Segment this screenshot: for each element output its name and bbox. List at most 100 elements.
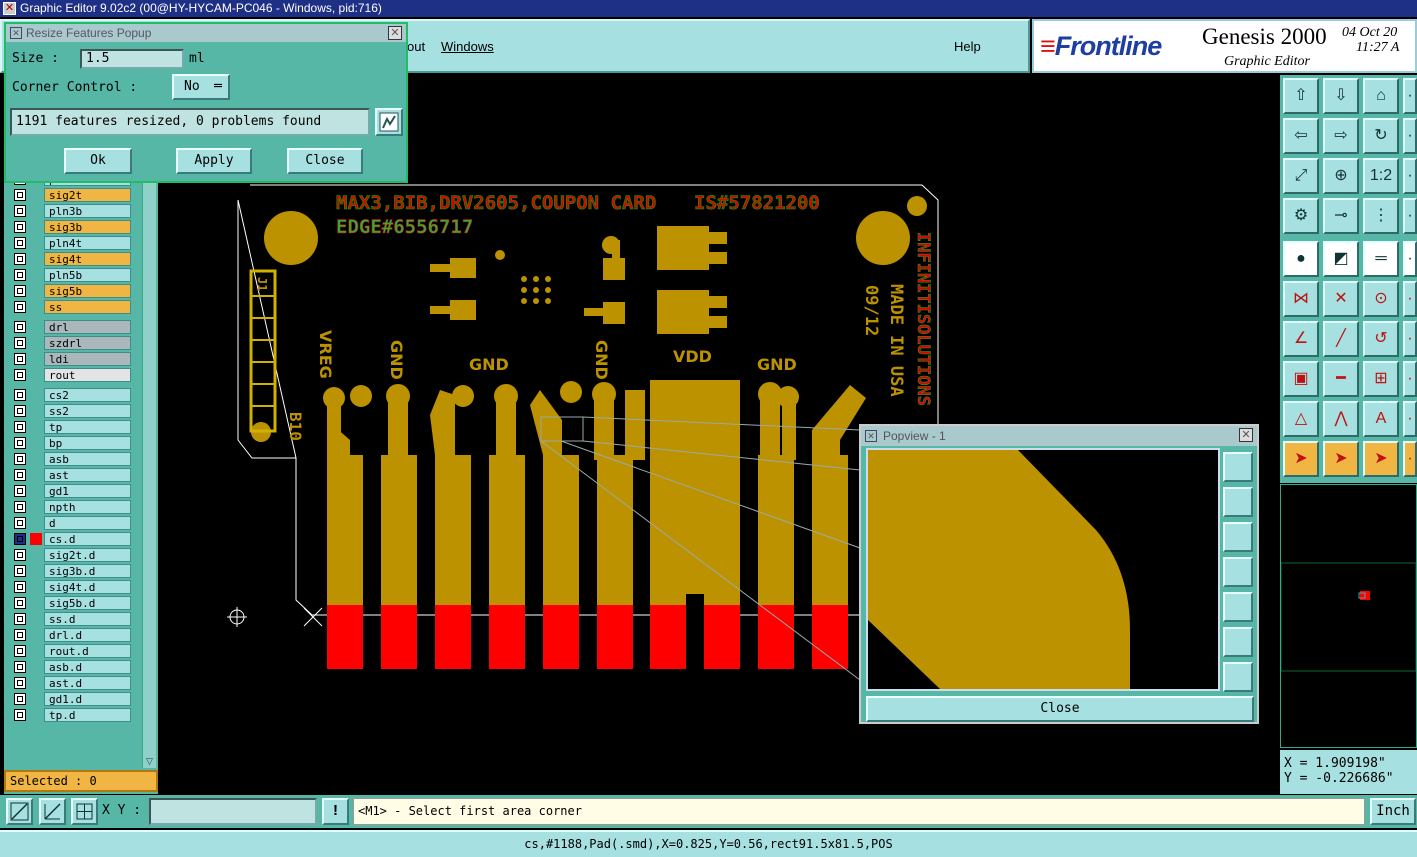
more-icon[interactable]: · [1403,361,1417,397]
more-icon[interactable]: · [1403,118,1417,154]
layer-name[interactable]: tp.d [44,708,131,722]
layer-name[interactable]: cs2 [44,388,131,402]
layer-checkbox[interactable] [14,581,26,593]
layer-checkbox[interactable] [14,549,26,561]
dimension-icon[interactable]: ⊞ [1363,361,1399,397]
layer-name[interactable]: d [44,516,131,530]
layer-row[interactable]: npth [8,500,132,514]
overview-map[interactable] [1280,484,1417,748]
layer-checkbox[interactable] [14,405,26,417]
layer-checkbox[interactable] [14,517,26,529]
layer-checkbox[interactable] [14,337,26,349]
layer-checkbox[interactable] [14,421,26,433]
graph-icon[interactable] [375,108,403,136]
window-menu-icon[interactable]: ✕ [865,430,877,442]
layer-name[interactable]: asb.d [44,660,131,674]
more-icon[interactable]: · [1403,281,1417,317]
more-icon[interactable]: · [1403,158,1417,194]
move-left-icon[interactable]: ⇦ [1283,118,1319,154]
layer-name[interactable]: sig3b.d [44,564,131,578]
home-icon[interactable]: ⌂ [1363,78,1399,114]
popview-close-button[interactable]: Close [866,696,1254,722]
layer-row[interactable]: pln5b [8,268,132,282]
layer-row[interactable]: sig4t.d [8,580,132,594]
scale-1-2-icon[interactable]: 1:2 [1363,158,1399,194]
move-up-icon[interactable]: ⇧ [1283,78,1319,114]
layer-name[interactable]: ldi [44,352,131,366]
layer-name[interactable]: gd1 [44,484,131,498]
layer-row[interactable]: sig4t [8,252,132,266]
layer-row[interactable]: ast.d [8,676,132,690]
popview-canvas[interactable] [866,448,1220,691]
layer-row[interactable]: asb [8,452,132,466]
layer-row[interactable]: ss [8,300,132,314]
layer-name[interactable]: sig2t [44,188,131,202]
layer-checkbox[interactable] [14,205,26,217]
angle-icon[interactable]: ∠ [1283,321,1319,357]
line-icon[interactable]: ╱ [1323,321,1359,357]
move-down-icon[interactable]: ⇩ [1323,78,1359,114]
select-area-icon[interactable]: ◩ [1323,241,1359,277]
layer-name[interactable]: tp [44,420,131,434]
layer-name[interactable]: bp [44,436,131,450]
layer-checkbox[interactable] [14,189,26,201]
layers-icon[interactable]: ⋮ [1363,198,1399,234]
layer-row[interactable]: asb.d [8,660,132,674]
close-icon[interactable]: ✕ [388,26,402,40]
layer-scrollbar[interactable]: ▽ [142,178,156,768]
layer-row[interactable]: cs.d [8,532,132,546]
layer-checkbox[interactable] [14,613,26,625]
more-icon[interactable]: · [1403,401,1417,437]
layer-checkbox[interactable] [14,389,26,401]
arc-icon[interactable]: ↺ [1363,321,1399,357]
xy-input[interactable] [149,798,317,825]
layer-row[interactable]: pln4t [8,236,132,250]
layer-row[interactable]: sig3b [8,220,132,234]
close-button[interactable]: Close [287,148,363,174]
layer-name[interactable]: sig5b [44,284,131,298]
layer-checkbox[interactable] [14,661,26,673]
execute-button[interactable]: ! [322,798,349,825]
triangle-icon[interactable]: △ [1283,401,1319,437]
layer-row[interactable]: d [8,516,132,530]
pointer-box-icon[interactable]: ➤ [1323,441,1359,477]
pointer-area-icon[interactable]: ➤ [1363,441,1399,477]
layer-checkbox[interactable] [14,321,26,333]
layer-checkbox[interactable] [14,221,26,233]
popview-title-bar[interactable]: ✕ Popview - 1 ✕ [861,426,1257,446]
cross-icon[interactable]: ✕ [1323,281,1359,317]
connect-icon[interactable]: ⋈ [1283,281,1319,317]
layer-name[interactable]: drl [44,320,131,334]
pan-right-icon[interactable] [1223,592,1253,622]
layer-name[interactable]: rout [44,368,131,382]
pointer-icon[interactable]: ➤ [1283,441,1319,477]
zoom-fit-icon[interactable] [1223,452,1253,482]
layer-row[interactable]: tp.d [8,708,132,722]
layer-name[interactable]: drl.d [44,628,131,642]
layer-row[interactable]: pln3b [8,204,132,218]
layer-checkbox[interactable] [14,645,26,657]
layer-name[interactable]: cs.d [44,532,131,546]
layer-row[interactable]: gd1 [8,484,132,498]
rotate-icon[interactable]: ↻ [1363,118,1399,154]
units-button[interactable]: Inch [1370,798,1416,825]
layer-checkbox[interactable] [14,285,26,297]
layer-name[interactable]: szdrl [44,336,131,350]
layer-checkbox[interactable] [14,269,26,281]
snap-point-icon[interactable]: ⊙ [1363,281,1399,317]
measure-icon[interactable] [39,798,66,825]
horizontal-line-icon[interactable]: ━ [1323,361,1359,397]
layer-row[interactable]: bp [8,436,132,450]
layer-checkbox[interactable] [14,437,26,449]
layer-row[interactable]: sig2t [8,188,132,202]
layer-name[interactable]: ss2 [44,404,131,418]
grid-icon[interactable] [71,798,98,825]
layer-name[interactable]: ss [44,300,131,314]
layer-row[interactable]: cs2 [8,388,132,402]
pan-down-icon[interactable] [1223,522,1253,552]
layer-checkbox[interactable] [14,485,26,497]
layer-name[interactable]: gd1.d [44,692,131,706]
scroll-down-icon[interactable]: ▽ [144,756,155,766]
layer-name[interactable]: pln4t [44,236,131,250]
apply-button[interactable]: Apply [176,148,252,174]
